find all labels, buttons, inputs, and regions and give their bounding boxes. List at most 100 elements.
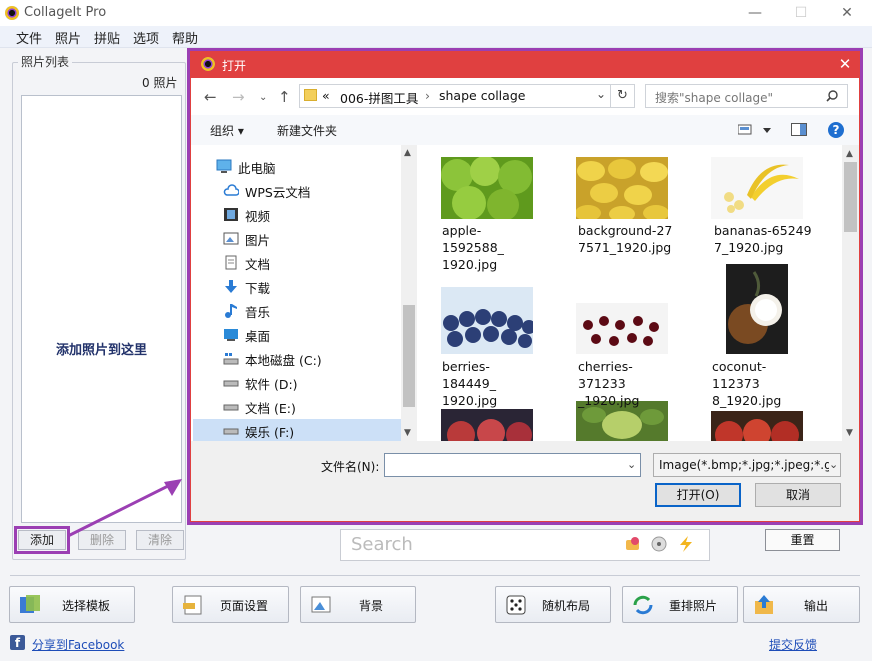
download-icon bbox=[225, 280, 237, 293]
nav-item-this-pc[interactable]: 此电脑 bbox=[208, 156, 394, 180]
new-folder-button[interactable]: 新建文件夹 bbox=[277, 122, 337, 139]
file-name-coconut[interactable]: coconut-112373 8_1920.jpg bbox=[712, 358, 810, 409]
nav-item-drive-e[interactable]: 文档 (E:) bbox=[215, 396, 401, 420]
thumbnail-coconut[interactable] bbox=[726, 264, 788, 354]
scroll-up-icon[interactable]: ▲ bbox=[404, 148, 411, 158]
menu-help[interactable]: 帮助 bbox=[172, 28, 198, 47]
organize-button[interactable]: 组织 ▾ bbox=[210, 122, 244, 139]
filename-label: 文件名(N): bbox=[321, 460, 380, 474]
search-icon[interactable] bbox=[826, 90, 838, 102]
filetype-dropdown-icon[interactable]: ⌄ bbox=[829, 458, 839, 471]
tag-icon[interactable] bbox=[624, 536, 642, 552]
menu-file[interactable]: 文件 bbox=[16, 28, 42, 47]
annotation-arrow bbox=[67, 479, 182, 538]
minimize-icon[interactable]: — bbox=[738, 3, 772, 23]
back-arrow-icon[interactable]: ← bbox=[204, 88, 217, 106]
nav-item-drive-d[interactable]: 软件 (D:) bbox=[215, 372, 401, 396]
nav-item-downloads[interactable]: 下载 bbox=[215, 276, 401, 300]
search-placeholder: Search bbox=[351, 534, 413, 555]
nav-label: 本地磁盘 (C:) bbox=[245, 353, 322, 368]
file-name-line: 1920.jpg bbox=[442, 393, 498, 408]
nav-item-drive-c[interactable]: 本地磁盘 (C:) bbox=[215, 348, 401, 372]
photo-drop-area[interactable] bbox=[21, 95, 182, 523]
nav-item-videos[interactable]: 视频 bbox=[215, 204, 401, 228]
help-icon[interactable]: ? bbox=[828, 122, 844, 138]
recent-chevron-icon[interactable]: ⌄ bbox=[259, 92, 267, 103]
nav-item-pictures[interactable]: 图片 bbox=[215, 228, 401, 252]
reset-button[interactable]: 重置 bbox=[765, 529, 840, 551]
cloud-icon bbox=[223, 184, 239, 196]
maximize-icon[interactable]: ☐ bbox=[784, 3, 818, 23]
random-layout-button[interactable]: 随机布局 bbox=[495, 586, 611, 623]
menu-options[interactable]: 选项 bbox=[133, 28, 159, 47]
menu-photo[interactable]: 照片 bbox=[55, 28, 81, 47]
dialog-title-bar bbox=[190, 51, 860, 78]
thumbnail-background[interactable] bbox=[576, 157, 668, 219]
thumbnail-figs[interactable] bbox=[441, 409, 533, 441]
dice-icon bbox=[506, 595, 526, 615]
nav-item-music[interactable]: 音乐 bbox=[215, 300, 401, 324]
export-button[interactable]: 输出 bbox=[743, 586, 860, 623]
breadcrumb-folder[interactable]: 006-拼图工具 bbox=[340, 88, 418, 107]
filename-input[interactable] bbox=[384, 453, 641, 477]
thumbnail-apples-red[interactable] bbox=[711, 411, 803, 441]
forward-arrow-icon[interactable]: → bbox=[232, 88, 245, 106]
breadcrumb-current[interactable]: shape collage bbox=[439, 88, 525, 103]
nav-label: 娱乐 (F:) bbox=[245, 425, 295, 440]
filetype-select[interactable]: Image(*.bmp;*.jpg;*.jpeg;*.gi bbox=[653, 453, 841, 477]
file-name-background[interactable]: background-27 7571_1920.jpg bbox=[578, 222, 676, 256]
drive-icon bbox=[223, 428, 239, 435]
file-name-line: 8_1920.jpg bbox=[712, 393, 782, 408]
file-name-bananas[interactable]: bananas-65249 7_1920.jpg bbox=[714, 222, 812, 256]
background-button[interactable]: 背景 bbox=[300, 586, 416, 623]
menu-collage[interactable]: 拼贴 bbox=[94, 28, 120, 47]
file-name-apple[interactable]: apple-1592588_ 1920.jpg bbox=[442, 222, 540, 273]
file-scroll-thumb[interactable] bbox=[844, 162, 857, 232]
dialog-app-icon bbox=[201, 57, 215, 71]
file-name-cherries[interactable]: cherries-371233 _1920.jpg bbox=[578, 358, 676, 409]
template-icon bbox=[20, 595, 40, 613]
shuffle-photos-button[interactable]: 重排照片 bbox=[622, 586, 738, 623]
nav-label: 软件 (D:) bbox=[245, 377, 298, 392]
nav-item-wps-cloud[interactable]: WPS云文档 bbox=[215, 180, 401, 204]
refresh-icon[interactable]: ↻ bbox=[611, 84, 635, 108]
lightning-icon[interactable] bbox=[678, 535, 694, 553]
button-label: 随机布局 bbox=[542, 599, 591, 613]
thumbnail-bananas[interactable] bbox=[711, 157, 803, 219]
page-setup-button[interactable]: 页面设置 bbox=[172, 586, 289, 623]
cancel-button[interactable]: 取消 bbox=[755, 483, 841, 507]
nav-item-desktop[interactable]: 桌面 bbox=[215, 324, 401, 348]
page-setup-icon bbox=[183, 595, 202, 615]
clock-icon[interactable] bbox=[651, 536, 667, 552]
nav-scroll-thumb[interactable] bbox=[403, 305, 415, 407]
up-arrow-icon[interactable]: ↑ bbox=[278, 88, 291, 106]
dialog-close-icon[interactable]: ✕ bbox=[834, 54, 856, 74]
button-label: 重排照片 bbox=[669, 599, 718, 613]
folder-search-placeholder: 搜索"shape collage" bbox=[655, 91, 774, 105]
export-icon bbox=[755, 595, 773, 614]
pc-icon bbox=[216, 159, 232, 173]
thumbnail-cherries[interactable] bbox=[576, 303, 668, 354]
photo-list-label: 照片列表 bbox=[18, 53, 73, 70]
button-label: 背景 bbox=[359, 599, 384, 613]
view-options-icon[interactable] bbox=[738, 124, 772, 136]
filename-dropdown-icon[interactable]: ⌄ bbox=[627, 458, 636, 471]
file-name-line: background-27 bbox=[578, 223, 673, 238]
nav-label: 文档 bbox=[245, 257, 271, 272]
open-button[interactable]: 打开(O) bbox=[655, 483, 741, 507]
file-scroll-down-icon[interactable]: ▼ bbox=[846, 428, 853, 438]
scroll-down-icon[interactable]: ▼ bbox=[404, 428, 411, 438]
facebook-icon[interactable]: f bbox=[10, 635, 25, 650]
nav-item-documents[interactable]: 文档 bbox=[215, 252, 401, 276]
feedback-link[interactable]: 提交反馈 bbox=[769, 636, 817, 653]
choose-template-button[interactable]: 选择模板 bbox=[9, 586, 135, 623]
thumbnail-apple[interactable] bbox=[441, 157, 533, 219]
close-window-icon[interactable]: ✕ bbox=[830, 3, 864, 23]
thumbnail-berries[interactable] bbox=[441, 287, 533, 354]
file-name-berries[interactable]: berries-184449_ 1920.jpg bbox=[442, 358, 540, 409]
breadcrumb-overflow[interactable]: « bbox=[322, 88, 330, 103]
file-scroll-up-icon[interactable]: ▲ bbox=[846, 149, 853, 159]
preview-pane-icon[interactable] bbox=[791, 123, 807, 136]
share-facebook-link[interactable]: 分享到Facebook bbox=[32, 636, 124, 653]
address-dropdown-icon[interactable]: ⌄ bbox=[596, 87, 606, 101]
